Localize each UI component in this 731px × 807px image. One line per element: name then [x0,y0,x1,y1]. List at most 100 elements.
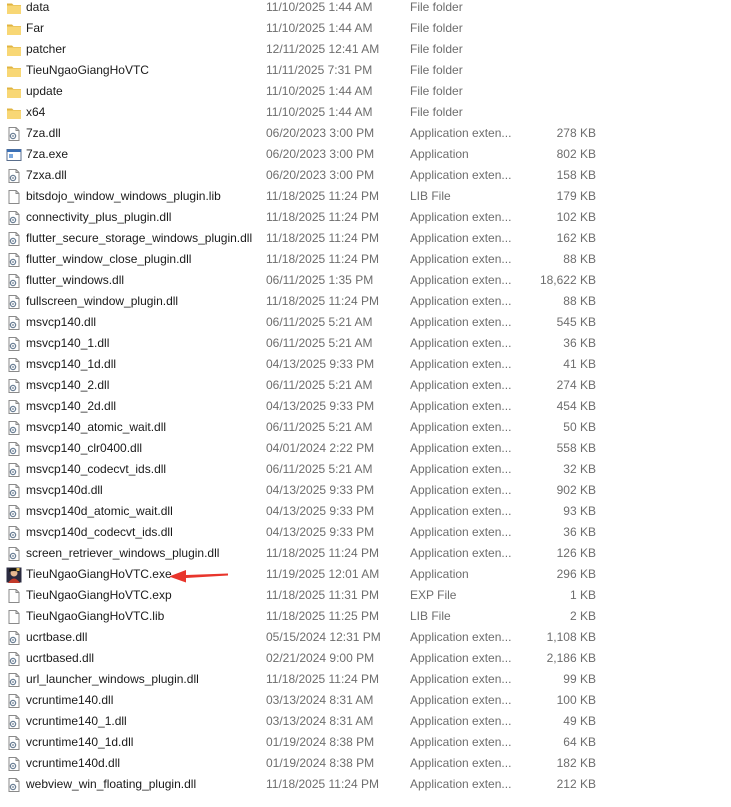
file-row[interactable]: msvcp140_1d.dll 04/13/2025 9:33 PM Applica… [0,354,731,375]
file-icon [6,588,22,604]
file-row[interactable]: TieuNgaoGiangHoVTC.exp 11/18/2025 11:31 P… [0,585,731,606]
file-date-modified: 11/18/2025 11:24 PM [266,672,379,686]
file-size: 179 KB [556,189,596,203]
file-row[interactable]: patcher 12/11/2025 12:41 AM File folder [0,39,731,60]
file-row[interactable]: url_launcher_windows_plugin.dll 11/18/202… [0,669,731,690]
file-row[interactable]: msvcp140.dll 06/11/2025 5:21 AM Applicatio… [0,312,731,333]
file-date-modified: 06/20/2023 3:00 PM [266,126,375,140]
file-row[interactable]: data 11/10/2025 1:44 AM File folder [0,0,731,18]
file-date-modified: 06/11/2025 5:21 AM [266,420,373,434]
file-size: 18,622 KB [539,273,596,287]
file-size: 36 KB [563,336,596,350]
dll-icon [6,126,22,142]
file-row[interactable]: msvcp140d.dll 04/13/2025 9:33 PM Applicati… [0,480,731,501]
file-type: Application exten... [410,693,512,707]
file-date-modified: 06/11/2025 5:21 AM [266,378,373,392]
file-date-modified: 02/21/2024 9:00 PM [266,651,375,665]
file-row[interactable]: ucrtbased.dll 02/21/2024 9:00 PM Applicati… [0,648,731,669]
file-type: File folder [410,21,463,35]
file-size: 50 KB [563,420,596,434]
folder-icon [6,21,22,37]
file-type: Application exten... [410,735,512,749]
file-name: bitsdojo_window_windows_plugin.lib [26,189,221,203]
file-date-modified: 04/01/2024 2:22 PM [266,441,375,455]
file-icon [6,609,22,625]
file-row[interactable]: msvcp140d_codecvt_ids.dll 04/13/2025 9:33… [0,522,731,543]
file-row[interactable]: msvcp140d_atomic_wait.dll 04/13/2025 9:33… [0,501,731,522]
file-row[interactable]: msvcp140_2.dll 06/11/2025 5:21 AM Applicat… [0,375,731,396]
file-row[interactable]: ucrtbase.dll 05/15/2024 12:31 PM Applicati… [0,627,731,648]
red-arrow-annotation [169,570,228,583]
file-row[interactable]: webview_win_floating_plugin.dll 11/18/202… [0,774,731,795]
file-list: data 11/10/2025 1:44 AM File folder Far 11/1… [0,0,731,795]
dll-icon [6,714,22,730]
file-name: msvcp140_1.dll [26,336,110,350]
file-date-modified: 11/19/2025 12:01 AM [266,567,380,581]
file-date-modified: 11/18/2025 11:24 PM [266,252,379,266]
file-type: Application exten... [410,756,512,770]
folder-icon [6,0,22,16]
file-row[interactable]: 7za.dll 06/20/2023 3:00 PM Application ext… [0,123,731,144]
file-row[interactable]: connectivity_plus_plugin.dll 11/18/2025 1… [0,207,731,228]
dll-icon [6,294,22,310]
file-row[interactable]: flutter_window_close_plugin.dll 11/18/202… [0,249,731,270]
file-row[interactable]: vcruntime140d.dll 01/19/2024 8:38 PM Appli… [0,753,731,774]
file-type: Application exten... [410,546,512,560]
file-type: File folder [410,105,463,119]
file-size: 902 KB [556,483,596,497]
file-type: Application exten... [410,378,512,392]
file-row[interactable]: 7zxa.dll 06/20/2023 3:00 PM Application ex… [0,165,731,186]
file-date-modified: 06/11/2025 5:21 AM [266,315,373,329]
file-date-modified: 11/10/2025 1:44 AM [266,105,373,119]
dll-icon [6,735,22,751]
file-type: Application exten... [410,462,512,476]
dll-icon [6,441,22,457]
file-row[interactable]: flutter_secure_storage_windows_plugin.dl… [0,228,731,249]
dll-icon [6,315,22,331]
file-row[interactable]: vcruntime140_1.dll 03/13/2024 8:31 AM Appl… [0,711,731,732]
file-row[interactable]: vcruntime140.dll 03/13/2024 8:31 AM Applic… [0,690,731,711]
game-exe-icon [6,567,22,583]
file-type: LIB File [410,189,451,203]
file-row[interactable]: fullscreen_window_plugin.dll 11/18/2025 1… [0,291,731,312]
file-row[interactable]: update 11/10/2025 1:44 AM File folder [0,81,731,102]
file-name: msvcp140d_atomic_wait.dll [26,504,173,518]
file-row[interactable]: 7za.exe 06/20/2023 3:00 PM Application 802 … [0,144,731,165]
file-date-modified: 03/13/2024 8:31 AM [266,714,374,728]
file-name: data [26,0,50,14]
file-type: Application exten... [410,714,512,728]
file-date-modified: 01/19/2024 8:38 PM [266,756,375,770]
file-row[interactable]: vcruntime140_1d.dll 01/19/2024 8:38 PM App… [0,732,731,753]
file-type: Application exten... [410,357,512,371]
exe-icon [6,147,22,163]
file-row[interactable]: TieuNgaoGiangHoVTC 11/11/2025 7:31 PM File… [0,60,731,81]
file-row[interactable]: msvcp140_1.dll 06/11/2025 5:21 AM Applicat… [0,333,731,354]
file-name: 7za.dll [26,126,61,140]
dll-icon [6,210,22,226]
file-row[interactable]: msvcp140_clr0400.dll 04/01/2024 2:22 PM Ap… [0,438,731,459]
file-name: vcruntime140d.dll [26,756,121,770]
file-date-modified: 11/18/2025 11:24 PM [266,189,379,203]
file-type: File folder [410,84,463,98]
file-date-modified: 05/15/2024 12:31 PM [266,630,381,644]
file-date-modified: 06/20/2023 3:00 PM [266,168,375,182]
file-row[interactable]: bitsdojo_window_windows_plugin.lib 11/18/… [0,186,731,207]
file-row[interactable]: flutter_windows.dll 06/11/2025 1:35 PM App… [0,270,731,291]
file-size: 278 KB [556,126,596,140]
file-size: 102 KB [556,210,596,224]
file-row[interactable]: msvcp140_atomic_wait.dll 06/11/2025 5:21 … [0,417,731,438]
file-row[interactable]: TieuNgaoGiangHoVTC.lib 11/18/2025 11:25 P… [0,606,731,627]
folder-icon [6,105,22,121]
file-row[interactable]: TieuNgaoGiangHoVTC.exe 11/19/2025 12:01 A… [0,564,731,585]
file-size: 802 KB [556,147,596,161]
file-row[interactable]: x64 11/10/2025 1:44 AM File folder [0,102,731,123]
file-type: Application exten... [410,525,512,539]
file-name: flutter_window_close_plugin.dll [26,252,192,266]
file-row[interactable]: screen_retriever_windows_plugin.dll 11/18… [0,543,731,564]
file-row[interactable]: msvcp140_2d.dll 04/13/2025 9:33 PM Applica… [0,396,731,417]
file-row[interactable]: Far 11/10/2025 1:44 AM File folder [0,18,731,39]
file-size: 2,186 KB [546,651,596,665]
dll-icon [6,357,22,373]
file-row[interactable]: msvcp140_codecvt_ids.dll 06/11/2025 5:21 … [0,459,731,480]
file-size: 212 KB [556,777,596,791]
